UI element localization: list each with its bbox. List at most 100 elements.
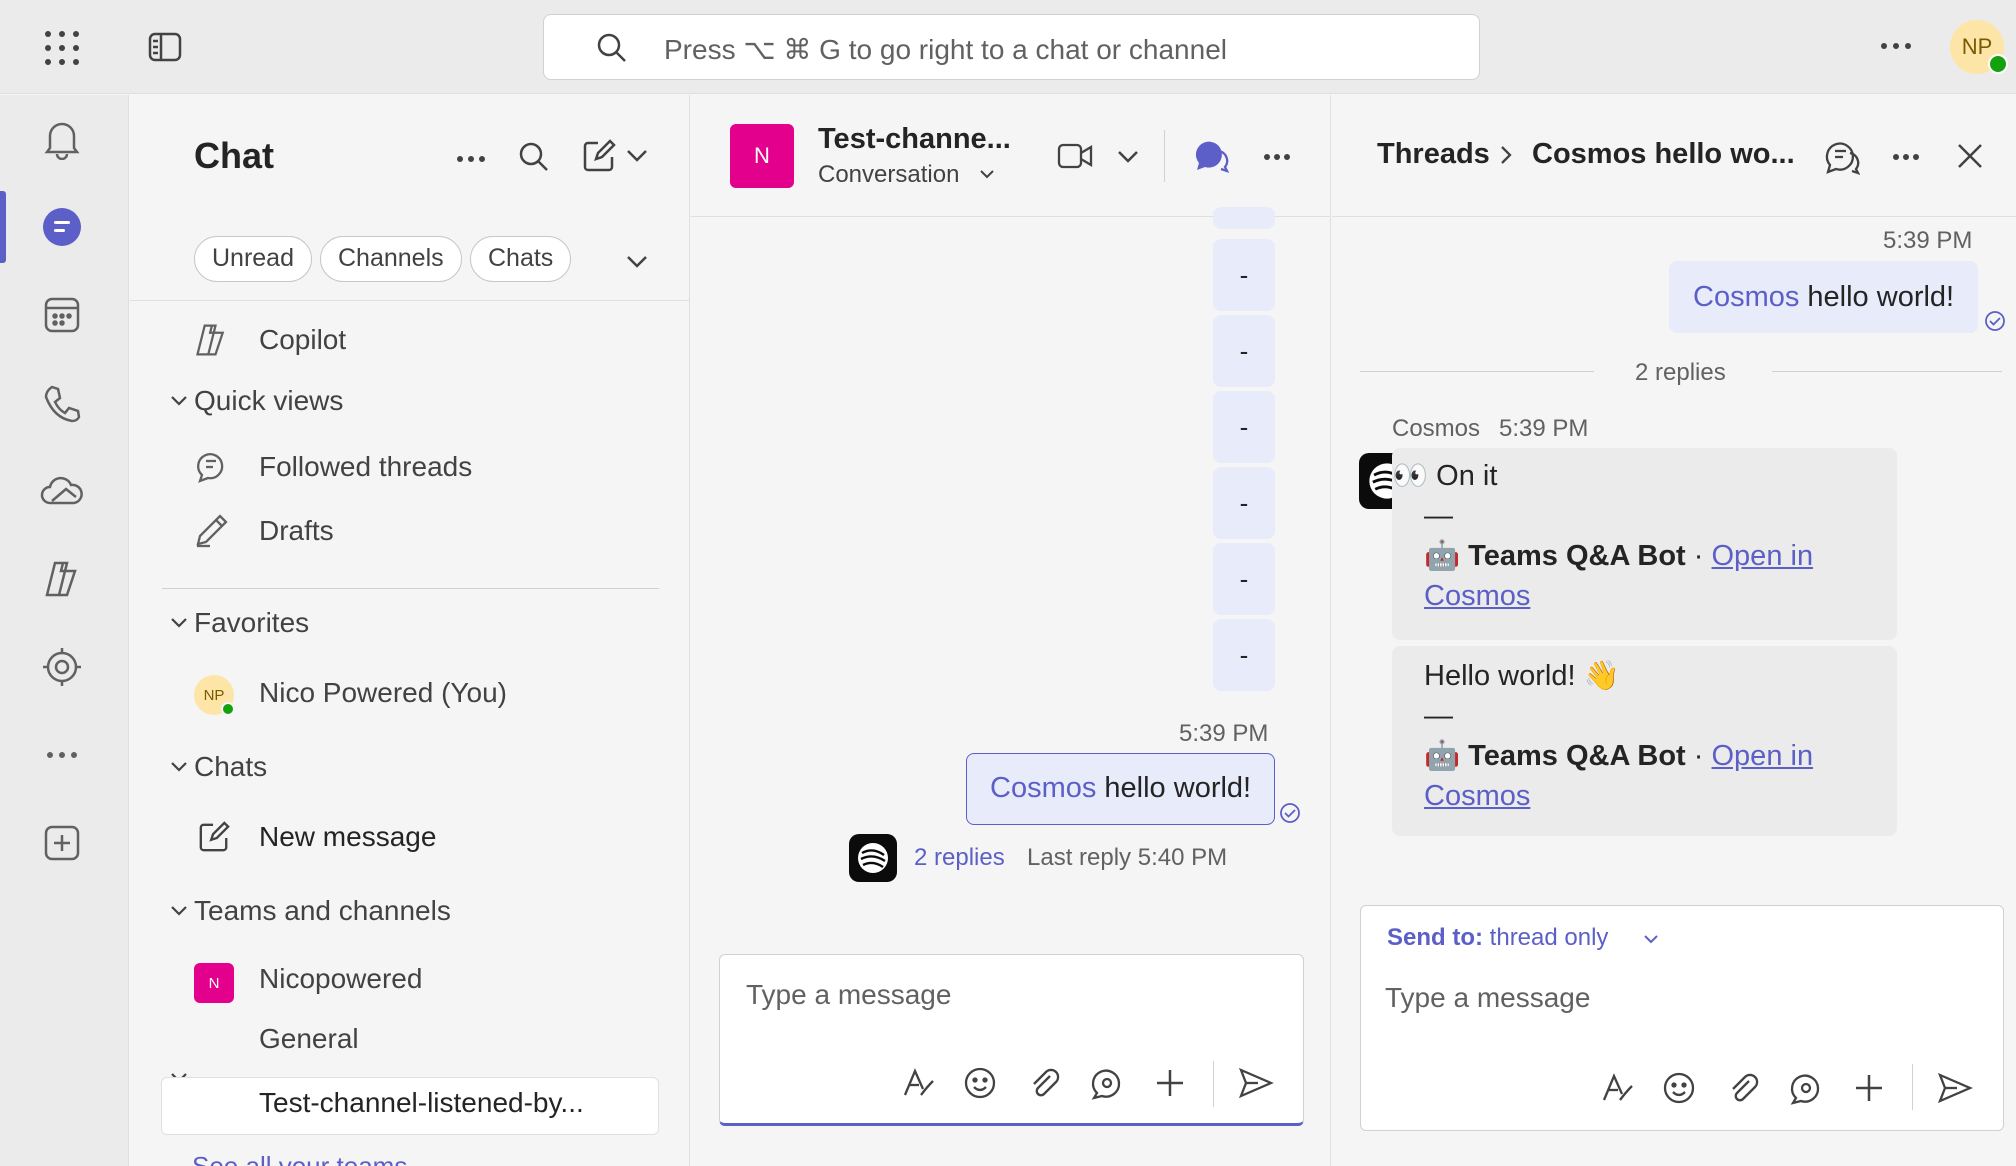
- chat-list-panel: Chat Unread Channels Chats Copilot Quick…: [130, 95, 690, 1166]
- chats-header[interactable]: Chats: [194, 751, 267, 783]
- message-bubble[interactable]: -: [1213, 467, 1275, 539]
- app-launcher-icon[interactable]: [44, 30, 80, 66]
- user-avatar[interactable]: NP: [1950, 20, 2008, 74]
- send-to-value: thread only: [1489, 924, 1609, 951]
- copilot-icon[interactable]: [36, 553, 88, 605]
- conversation-tab[interactable]: Conversation: [818, 161, 959, 189]
- format-icon[interactable]: [898, 1063, 938, 1103]
- chevron-down-icon[interactable]: [170, 617, 188, 629]
- mention-cosmos[interactable]: Cosmos: [990, 772, 1096, 804]
- bot-reply-card[interactable]: Hello world! 👋 — 🤖 Teams Q&A Bot · Open …: [1392, 646, 1897, 836]
- onedrive-icon[interactable]: [36, 465, 88, 517]
- chevron-down-icon[interactable]: [626, 149, 648, 163]
- more-options-icon[interactable]: [1892, 153, 1920, 161]
- filter-unread[interactable]: Unread: [194, 236, 312, 282]
- threads-icon[interactable]: [1824, 139, 1860, 175]
- open-in-cosmos-link[interactable]: Open in: [1712, 540, 1814, 572]
- open-in-cosmos-link[interactable]: Open in: [1712, 740, 1814, 772]
- more-options-icon[interactable]: [1880, 42, 1912, 50]
- mention-cosmos[interactable]: Cosmos: [1693, 281, 1799, 313]
- send-icon[interactable]: [1935, 1068, 1975, 1108]
- reply-timestamp: 5:39 PM: [1499, 415, 1589, 442]
- see-all-teams-link[interactable]: See all your teams: [192, 1151, 407, 1166]
- send-icon[interactable]: [1236, 1063, 1276, 1103]
- chevron-down-icon[interactable]: [1643, 934, 1659, 944]
- channel-item-test[interactable]: Test-channel-listened-by...: [259, 1087, 584, 1119]
- video-call-icon[interactable]: [1057, 143, 1093, 169]
- message-compose-box[interactable]: Type a message: [719, 954, 1304, 1126]
- loop-icon[interactable]: [1786, 1068, 1826, 1108]
- chevron-down-icon[interactable]: [1117, 150, 1139, 164]
- message-bubble[interactable]: -: [1213, 391, 1275, 463]
- open-in-cosmos-link[interactable]: Cosmos: [1424, 580, 1530, 612]
- sidebar-toggle-icon[interactable]: [148, 32, 182, 62]
- message-bubble[interactable]: -: [1213, 239, 1275, 311]
- channel-name[interactable]: Test-channe...: [818, 123, 1011, 156]
- original-message-bubble[interactable]: Cosmos hello world!: [1669, 261, 1979, 333]
- thread-compose-box[interactable]: Send to: thread only Type a message: [1360, 905, 2004, 1131]
- send-to-selector[interactable]: Send to: thread only: [1387, 924, 1608, 952]
- format-icon[interactable]: [1597, 1068, 1637, 1108]
- followed-threads-item[interactable]: Followed threads: [259, 451, 472, 483]
- chevron-down-icon[interactable]: [979, 169, 995, 179]
- message-bubble[interactable]: -: [1213, 315, 1275, 387]
- apps-settings-icon[interactable]: [36, 641, 88, 693]
- thread-panel: Threads Cosmos hello wo... 5:39 PM Cosmo…: [1332, 95, 2016, 1166]
- more-options-icon[interactable]: [456, 155, 486, 163]
- reply-author: Cosmos: [1392, 415, 1481, 442]
- filter-chats[interactable]: Chats: [470, 236, 572, 282]
- add-app-icon[interactable]: [36, 817, 88, 869]
- teams-channels-header[interactable]: Teams and channels: [194, 895, 451, 927]
- loop-icon[interactable]: [1087, 1063, 1127, 1103]
- attach-icon[interactable]: [1024, 1063, 1064, 1103]
- bot-reply-card[interactable]: 👀 On it — 🤖 Teams Q&A Bot · Open in Cosm…: [1392, 448, 1897, 640]
- close-icon[interactable]: [1957, 143, 1983, 169]
- new-message-item[interactable]: New message: [259, 821, 436, 853]
- open-in-cosmos-link[interactable]: Cosmos: [1424, 780, 1530, 812]
- more-options-icon[interactable]: [1263, 153, 1291, 161]
- copilot-item[interactable]: Copilot: [259, 324, 346, 356]
- channel-item-general[interactable]: General: [259, 1023, 359, 1055]
- bot-avatar: [849, 834, 897, 882]
- favorite-item-nico[interactable]: Nico Powered (You): [259, 677, 507, 709]
- conversation-header: N Test-channe... Conversation: [691, 95, 1330, 217]
- replies-divider-label: 2 replies: [1635, 359, 1726, 386]
- eyes-emoji: 👀: [1392, 460, 1429, 492]
- favorites-header[interactable]: Favorites: [194, 607, 309, 639]
- message-bubble-hello[interactable]: Cosmos hello world!: [966, 753, 1276, 825]
- filter-channels[interactable]: Channels: [320, 236, 462, 282]
- team-item-nicopowered[interactable]: Nicopowered: [259, 963, 422, 995]
- send-to-label: Send to:: [1387, 924, 1483, 951]
- chevron-down-icon[interactable]: [170, 761, 188, 773]
- chat-icon[interactable]: [36, 201, 88, 253]
- search-box[interactable]: Press ⌥ ⌘ G to go right to a chat or cha…: [543, 14, 1480, 80]
- quick-views-header[interactable]: Quick views: [194, 385, 343, 417]
- filter-expand-chevron-icon[interactable]: [626, 255, 648, 269]
- emoji-icon[interactable]: [1659, 1068, 1699, 1108]
- drafts-item[interactable]: Drafts: [259, 515, 334, 547]
- drafts-icon: [194, 514, 228, 548]
- compose-icon: [198, 821, 230, 853]
- calendar-icon[interactable]: [36, 289, 88, 341]
- search-icon[interactable]: [518, 141, 550, 173]
- message-bubble[interactable]: [1213, 207, 1275, 229]
- bell-icon[interactable]: [36, 113, 88, 165]
- plus-icon[interactable]: [1150, 1063, 1190, 1103]
- message-timestamp: 5:39 PM: [1883, 227, 1973, 254]
- phone-icon[interactable]: [36, 377, 88, 429]
- more-icon[interactable]: [36, 729, 88, 781]
- message-bubble[interactable]: -: [1213, 543, 1275, 615]
- threads-icon[interactable]: [1193, 137, 1229, 173]
- new-chat-icon[interactable]: [582, 139, 616, 173]
- plus-icon[interactable]: [1849, 1068, 1889, 1108]
- emoji-icon[interactable]: [960, 1063, 1000, 1103]
- message-seen-icon: [1984, 310, 2006, 332]
- message-bubble[interactable]: -: [1213, 619, 1275, 691]
- replies-link[interactable]: 2 replies: [914, 844, 1005, 872]
- attach-icon[interactable]: [1723, 1068, 1763, 1108]
- chevron-down-icon[interactable]: [170, 395, 188, 407]
- breadcrumb-threads[interactable]: Threads: [1377, 138, 1490, 171]
- message-text: hello world!: [1096, 772, 1252, 804]
- chevron-down-icon[interactable]: [170, 905, 188, 917]
- divider: [1164, 130, 1165, 182]
